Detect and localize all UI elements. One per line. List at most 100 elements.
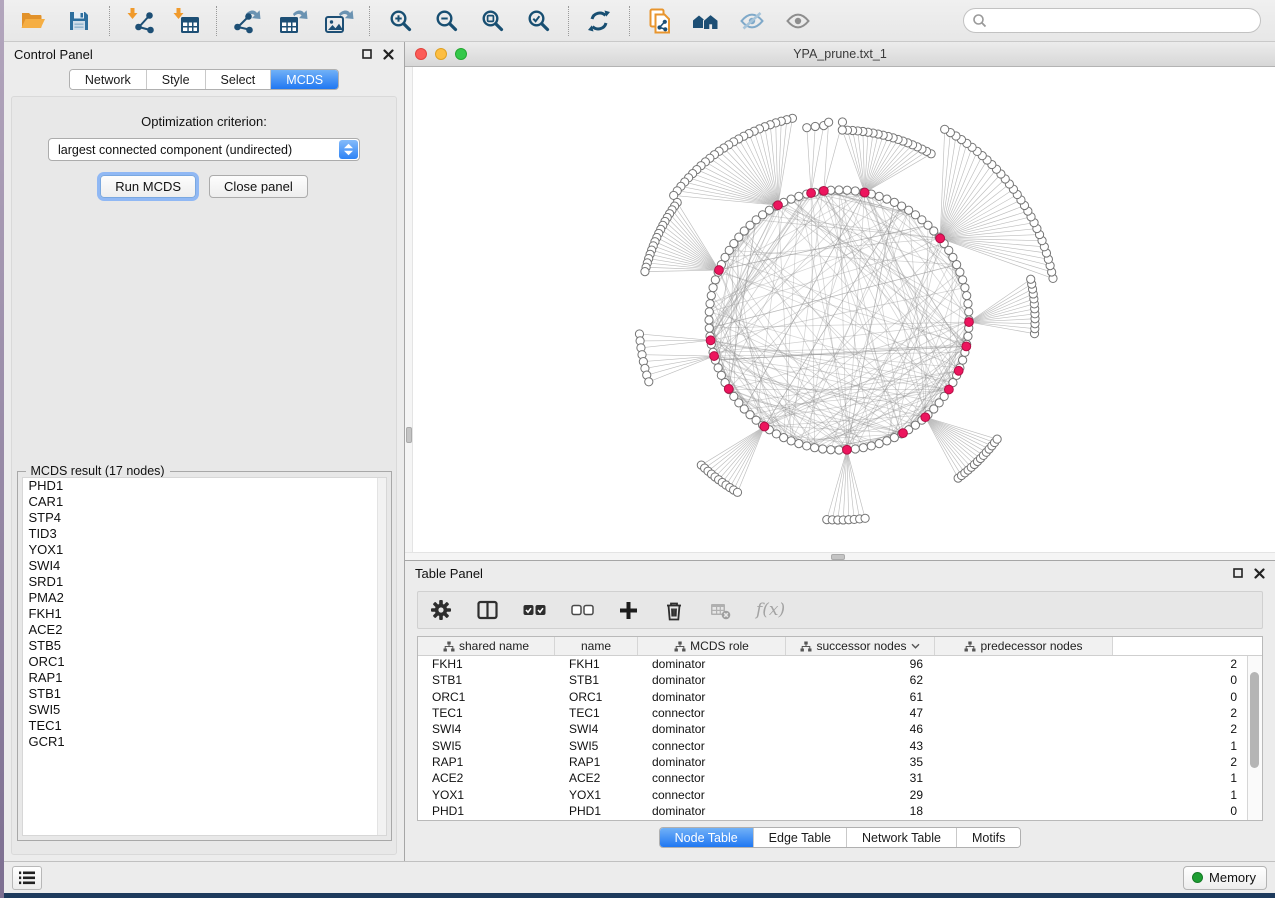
network-hscroll-thumb[interactable]: [831, 554, 845, 560]
table-cell[interactable]: 2: [935, 722, 1249, 736]
table-cell[interactable]: 47: [786, 706, 935, 720]
table-scrollbar[interactable]: [1247, 656, 1262, 820]
mcds-result-item[interactable]: ACE2: [23, 622, 386, 638]
export-image-button[interactable]: [316, 4, 362, 38]
table-cell[interactable]: SWI5: [555, 739, 638, 753]
table-cell[interactable]: 0: [935, 804, 1249, 818]
close-panel-icon[interactable]: [383, 49, 394, 60]
mcds-result-item[interactable]: SRD1: [23, 574, 386, 590]
network-search-box[interactable]: [963, 8, 1261, 33]
duplicate-network-button[interactable]: [637, 4, 683, 38]
table-cell[interactable]: SWI4: [555, 722, 638, 736]
table-cell[interactable]: FKH1: [418, 657, 555, 671]
table-cell[interactable]: 61: [786, 690, 935, 704]
table-cell[interactable]: 2: [935, 706, 1249, 720]
run-mcds-button[interactable]: Run MCDS: [100, 175, 196, 198]
memory-button[interactable]: Memory: [1183, 866, 1267, 890]
table-cell[interactable]: connector: [638, 788, 786, 802]
table-cell[interactable]: 62: [786, 673, 935, 687]
table-cell[interactable]: FKH1: [555, 657, 638, 671]
mcds-result-item[interactable]: SWI5: [23, 702, 386, 718]
column-header-successor-nodes[interactable]: successor nodes: [786, 637, 935, 655]
search-input[interactable]: [992, 13, 1252, 28]
table-cell[interactable]: 0: [935, 673, 1249, 687]
table-cell[interactable]: RAP1: [555, 755, 638, 769]
float-panel-icon[interactable]: [362, 49, 372, 59]
mcds-result-item[interactable]: PMA2: [23, 590, 386, 606]
mcds-result-item[interactable]: GCR1: [23, 734, 386, 750]
table-cell[interactable]: 46: [786, 722, 935, 736]
export-table-button[interactable]: [270, 4, 316, 38]
refresh-view-button[interactable]: [576, 4, 622, 38]
mcds-result-item[interactable]: RAP1: [23, 670, 386, 686]
table-cell[interactable]: dominator: [638, 804, 786, 818]
table-cell[interactable]: 1: [935, 771, 1249, 785]
mcds-result-item[interactable]: FKH1: [23, 606, 386, 622]
table-row[interactable]: SWI4SWI4dominator462: [418, 721, 1262, 737]
table-row[interactable]: RAP1RAP1dominator352: [418, 754, 1262, 770]
mcds-result-item[interactable]: PHD1: [23, 478, 386, 494]
tab-mcds[interactable]: MCDS: [270, 70, 338, 89]
create-column-button[interactable]: [619, 595, 638, 625]
close-panel-button[interactable]: Close panel: [209, 175, 308, 198]
zoom-selected-button[interactable]: [515, 4, 561, 38]
table-cell[interactable]: dominator: [638, 673, 786, 687]
network-titlebar[interactable]: YPA_prune.txt_1: [405, 42, 1275, 67]
mcds-result-item[interactable]: STB1: [23, 686, 386, 702]
table-row[interactable]: STB1STB1dominator620: [418, 672, 1262, 688]
table-scrollbar-thumb[interactable]: [1250, 672, 1259, 767]
deselect-all-button[interactable]: [571, 595, 594, 625]
network-horizontal-scrollbar[interactable]: [405, 552, 1275, 560]
mcds-result-item[interactable]: TID3: [23, 526, 386, 542]
column-header-predecessor-nodes[interactable]: predecessor nodes: [935, 637, 1113, 655]
table-row[interactable]: SWI5SWI5connector431: [418, 737, 1262, 753]
import-network-button[interactable]: [117, 4, 163, 38]
mcds-list-scrollbar[interactable]: [377, 478, 386, 835]
column-header-shared-name[interactable]: shared name: [418, 637, 555, 655]
table-cell[interactable]: PHD1: [418, 804, 555, 818]
mcds-result-item[interactable]: TEC1: [23, 718, 386, 734]
table-cell[interactable]: dominator: [638, 690, 786, 704]
table-cell[interactable]: PHD1: [555, 804, 638, 818]
table-row[interactable]: ACE2ACE2connector311: [418, 770, 1262, 786]
save-session-button[interactable]: [56, 4, 102, 38]
zoom-in-button[interactable]: [377, 4, 423, 38]
table-cell[interactable]: TEC1: [555, 706, 638, 720]
table-cell[interactable]: STB1: [418, 673, 555, 687]
network-vertical-scrollbar[interactable]: [405, 67, 413, 560]
tab-style[interactable]: Style: [146, 70, 205, 89]
zoom-out-button[interactable]: [423, 4, 469, 38]
import-table-button[interactable]: [163, 4, 209, 38]
select-all-button[interactable]: [523, 595, 546, 625]
mcds-result-item[interactable]: STB5: [23, 638, 386, 654]
mcds-result-item[interactable]: ORC1: [23, 654, 386, 670]
table-cell[interactable]: 2: [935, 755, 1249, 769]
table-cell[interactable]: 43: [786, 739, 935, 753]
table-cell[interactable]: ORC1: [418, 690, 555, 704]
table-row[interactable]: ORC1ORC1dominator610: [418, 689, 1262, 705]
first-neighbors-button[interactable]: [683, 4, 729, 38]
table-cell[interactable]: 35: [786, 755, 935, 769]
table-cell[interactable]: TEC1: [418, 706, 555, 720]
table-cell[interactable]: SWI5: [418, 739, 555, 753]
table-row[interactable]: TEC1TEC1connector472: [418, 705, 1262, 721]
show-all-button[interactable]: [775, 4, 821, 38]
table-cell[interactable]: ORC1: [555, 690, 638, 704]
tab-motifs[interactable]: Motifs: [956, 828, 1020, 847]
table-cell[interactable]: 2: [935, 657, 1249, 671]
hide-selected-button[interactable]: [729, 4, 775, 38]
table-row[interactable]: PHD1PHD1dominator180: [418, 803, 1262, 819]
float-panel-icon[interactable]: [1233, 568, 1243, 578]
table-cell[interactable]: YOX1: [555, 788, 638, 802]
minimize-window-icon[interactable]: [435, 48, 447, 60]
table-cell[interactable]: ACE2: [555, 771, 638, 785]
mcds-result-item[interactable]: YOX1: [23, 542, 386, 558]
tab-select[interactable]: Select: [205, 70, 271, 89]
tab-node-table[interactable]: Node Table: [660, 828, 753, 847]
table-cell[interactable]: RAP1: [418, 755, 555, 769]
table-cell[interactable]: 96: [786, 657, 935, 671]
table-cell[interactable]: 31: [786, 771, 935, 785]
column-header-name[interactable]: name: [555, 637, 638, 655]
table-cell[interactable]: dominator: [638, 755, 786, 769]
table-row[interactable]: FKH1FKH1dominator962: [418, 656, 1262, 672]
